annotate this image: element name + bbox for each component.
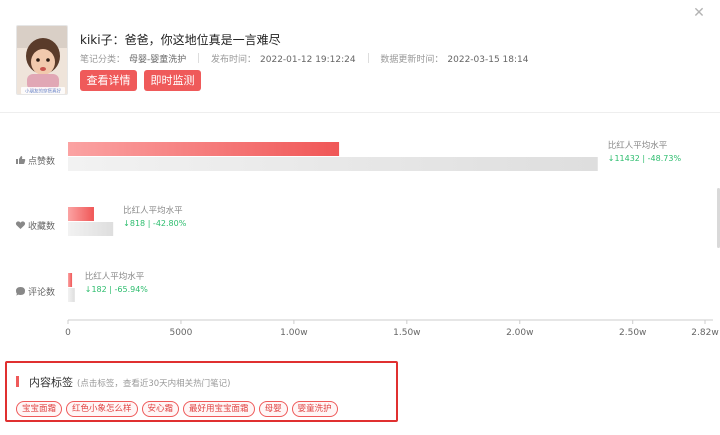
x-axis-tick-label: 5000 — [169, 328, 192, 338]
divider — [198, 53, 200, 63]
svg-text:小朋友的穿搭真好: 小朋友的穿搭真好 — [25, 88, 61, 95]
engagement-chart: 0 5000 1.00w 1.50w 2.00w 2.50w 2.82w 点赞数 比红人平均水平… — [0, 122, 720, 344]
content-tag[interactable]: 宝宝面霜 — [16, 401, 63, 417]
content-tag[interactable]: 最好用宝宝面霜 — [183, 401, 255, 417]
child-photo-image: 小朋友的穿搭真好 — [17, 26, 67, 95]
note-meta: 笔记分类： 母婴-婴童洗护 发布时间： 2022-01-12 19:12:24 数据… — [80, 52, 529, 65]
benchmark-value: ↓818 | -42.80% — [123, 219, 187, 228]
note-header: 小朋友的穿搭真好 kiki子：爸爸，你这地位真是一言难尽 笔记分类： 母婴-婴童洗… — [0, 0, 720, 113]
benchmark-value-bar — [68, 222, 114, 236]
content-tag[interactable]: 母婴 — [258, 401, 288, 417]
benchmark-value-bar — [68, 157, 598, 171]
update-time: 2022-03-15 18:14 — [447, 55, 529, 65]
x-axis-tick-label: 2.82w — [691, 328, 718, 338]
publish-label: 发布时间： — [211, 55, 257, 65]
category-label: 收藏数 — [28, 220, 55, 232]
update-label: 数据更新时间： — [380, 55, 444, 65]
bar-chart-svg: 0 5000 1.00w 1.50w 2.00w 2.50w 2.82w点赞数比红人平均水平… — [15, 140, 719, 338]
comment-icon — [16, 287, 25, 296]
tags-list: 宝宝面霜 红色小象怎么样 安心霜 最好用宝宝面霜 母婴 婴童洗护 — [16, 396, 342, 417]
x-axis-tick-label: 1.50w — [393, 328, 420, 338]
benchmark-label: 比红人平均水平 — [123, 205, 183, 216]
section-marker — [16, 376, 19, 387]
heart-icon — [15, 221, 26, 229]
benchmark-value: ↓11432 | -48.73% — [608, 154, 682, 163]
category-label: 笔记分类： — [80, 55, 126, 65]
content-tag[interactable]: 安心霜 — [141, 401, 180, 417]
x-axis-tick-label: 1.00w — [280, 328, 307, 338]
content-tag[interactable]: 婴童洗护 — [291, 401, 338, 417]
benchmark-label: 比红人平均水平 — [608, 140, 668, 151]
tags-hint: (点击标签，查看近30天内相关热门笔记) — [77, 379, 231, 389]
x-axis-tick-label: 0 — [65, 328, 71, 338]
benchmark-value: ↓182 | -65.94% — [85, 285, 149, 294]
note-title: kiki子：爸爸，你这地位真是一言难尽 — [80, 33, 281, 47]
tags-header: 内容标签 (点击标签，查看近30天内相关热门笔记) — [16, 371, 230, 389]
divider — [367, 53, 369, 63]
note-value-bar — [68, 207, 94, 221]
tags-title: 内容标签 — [29, 376, 73, 389]
x-axis-tick-label: 2.50w — [619, 328, 646, 338]
note-thumbnail[interactable]: 小朋友的穿搭真好 — [16, 25, 68, 95]
benchmark-value-bar — [68, 288, 75, 302]
content-tag[interactable]: 红色小象怎么样 — [66, 401, 138, 417]
thumb-up-icon — [16, 156, 26, 164]
view-detail-button[interactable]: 查看详情 — [80, 70, 137, 91]
category-label: 评论数 — [28, 286, 55, 298]
category-value: 母婴-婴童洗护 — [129, 55, 187, 65]
note-value-bar — [68, 273, 73, 287]
note-value-bar — [68, 142, 340, 156]
x-axis-tick-label: 2.00w — [506, 328, 533, 338]
content-tags-panel: 内容标签 (点击标签，查看近30天内相关热门笔记) 宝宝面霜 红色小象怎么样 安心霜最… — [5, 361, 398, 422]
realtime-monitor-button[interactable]: 即时监测 — [144, 70, 201, 91]
category-label: 点赞数 — [28, 155, 55, 167]
benchmark-label: 比红人平均水平 — [85, 271, 145, 282]
publish-time: 2022-01-12 19:12:24 — [260, 55, 356, 65]
